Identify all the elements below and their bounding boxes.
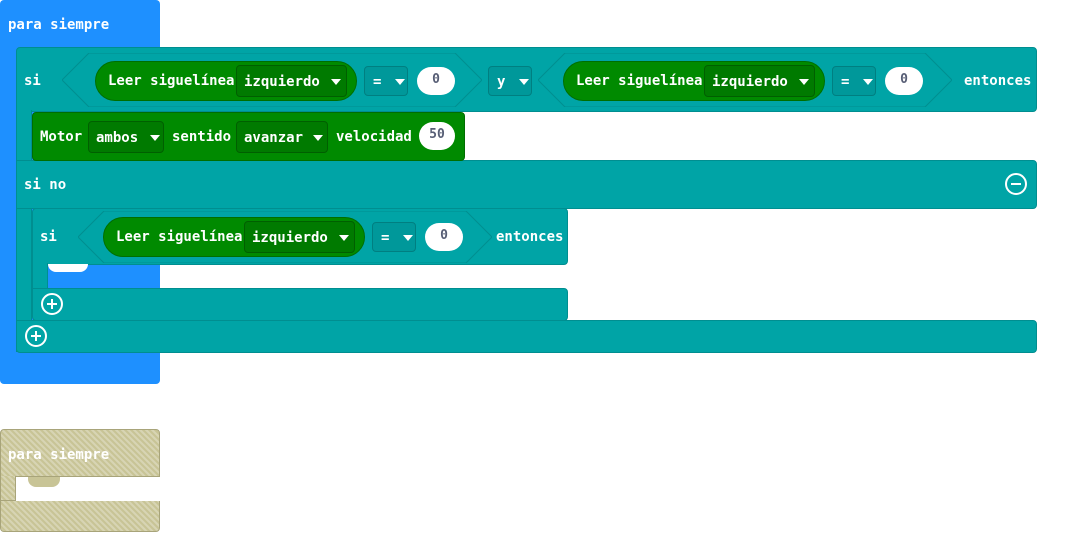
dropdown-arrow-icon xyxy=(331,79,341,85)
if-footer[interactable] xyxy=(16,320,1037,353)
sensor-side-dropdown[interactable]: izquierdo xyxy=(244,221,355,253)
forever-label-disabled: para siempre xyxy=(8,447,110,463)
forever-block-disabled-footer[interactable] xyxy=(0,500,160,532)
motor-which-value: ambos xyxy=(96,130,139,146)
compare-operator-value: = xyxy=(841,74,850,90)
siguelinea-label: Leer siguelínea xyxy=(108,73,235,89)
motor-direction-dropdown[interactable]: avanzar xyxy=(236,121,328,153)
sensor-side-value: izquierdo xyxy=(244,74,320,90)
compare-value-input[interactable]: 0 xyxy=(885,67,923,95)
compare-operator-dropdown[interactable]: = xyxy=(364,66,408,96)
siguelinea-label: Leer siguelínea xyxy=(576,73,703,89)
compare-operator-value: = xyxy=(381,230,390,246)
dropdown-arrow-icon xyxy=(339,235,349,241)
dropdown-arrow-icon xyxy=(313,135,323,141)
forever-block-disabled-spine[interactable] xyxy=(0,476,16,502)
if-si-label: si xyxy=(24,73,41,89)
dropdown-arrow-icon xyxy=(519,79,529,85)
nested-if-spine[interactable] xyxy=(32,263,48,290)
dropdown-arrow-icon xyxy=(150,135,160,141)
else-label: si no xyxy=(24,177,67,193)
nested-if-si-label: si xyxy=(40,229,57,245)
if-then-label: entonces xyxy=(964,73,1032,89)
compare-value-input[interactable]: 0 xyxy=(417,67,455,95)
empty-slot-notch xyxy=(28,477,60,487)
minus-circle-icon[interactable] xyxy=(1005,173,1027,195)
empty-slot-notch xyxy=(48,264,88,272)
compare-operator-value: = xyxy=(373,74,382,90)
compare-value-input[interactable]: 0 xyxy=(425,223,463,251)
dropdown-arrow-icon xyxy=(395,79,405,85)
dropdown-arrow-icon xyxy=(403,235,413,241)
nested-if-footer[interactable] xyxy=(32,288,568,321)
logic-operator-dropdown[interactable]: y xyxy=(488,66,532,96)
sensor-side-value: izquierdo xyxy=(712,74,788,90)
compare-operator-dropdown[interactable]: = xyxy=(372,222,416,252)
motor-speed-input[interactable]: 50 xyxy=(419,122,455,150)
motor-label: Motor xyxy=(40,129,83,145)
nested-if-then-label: entonces xyxy=(496,229,564,245)
sensor-side-value: izquierdo xyxy=(252,230,328,246)
motor-speed-label: velocidad xyxy=(336,129,412,145)
siguelinea-label: Leer siguelínea xyxy=(116,229,243,245)
dropdown-arrow-icon xyxy=(863,79,873,85)
sensor-side-dropdown[interactable]: izquierdo xyxy=(704,65,815,97)
if-spine[interactable] xyxy=(16,110,32,352)
plus-circle-icon[interactable] xyxy=(41,293,63,315)
logic-operator-value: y xyxy=(497,74,506,90)
motor-which-dropdown[interactable]: ambos xyxy=(88,121,164,153)
dropdown-arrow-icon xyxy=(799,79,809,85)
compare-operator-dropdown[interactable]: = xyxy=(832,66,876,96)
forever-label: para siempre xyxy=(8,17,110,33)
else-row[interactable] xyxy=(16,160,1037,209)
motor-direction-label: sentido xyxy=(172,129,232,145)
motor-direction-value: avanzar xyxy=(244,130,304,146)
plus-circle-icon[interactable] xyxy=(25,325,47,347)
sensor-side-dropdown[interactable]: izquierdo xyxy=(236,65,347,97)
